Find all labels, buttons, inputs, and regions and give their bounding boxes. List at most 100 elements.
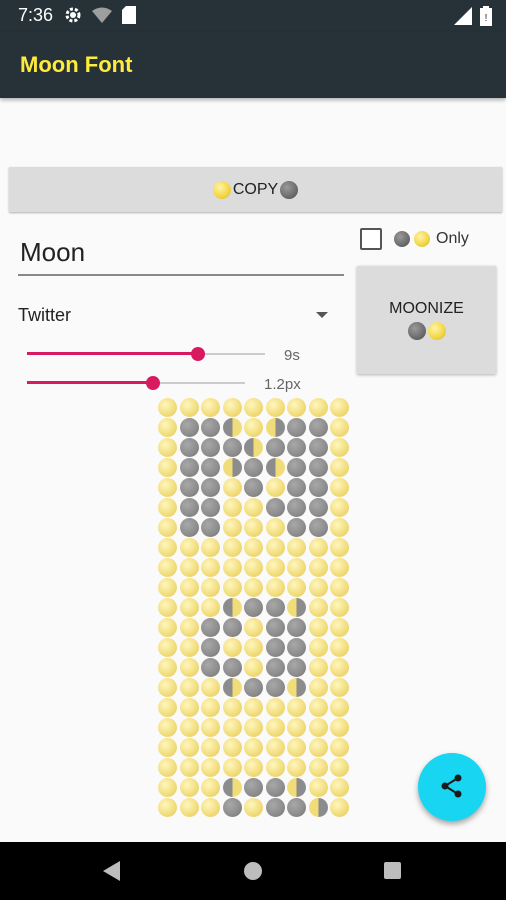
moon-cell [222,678,242,697]
moonize-button[interactable]: MOONIZE [357,266,496,374]
moon-cell [244,618,263,637]
moon-cell [330,538,349,557]
moon-cell [265,418,285,437]
moon-cell [287,618,306,637]
moon-cell [308,618,328,637]
moon-cell [201,638,220,657]
only-checkbox[interactable] [360,228,382,250]
moon-cell [222,658,242,677]
slider-thumb[interactable] [146,376,161,390]
back-icon[interactable] [103,861,120,881]
moon-cell [158,518,177,537]
moon-cell [201,598,220,617]
moon-cell [179,598,199,617]
speed-slider[interactable] [27,344,265,364]
moon-cell [287,718,306,737]
moon-cell [222,458,242,477]
moon-cell [222,598,242,617]
moon-cell [179,418,199,437]
moon-cell [244,798,263,817]
status-bar: 7:36 ! [0,0,506,32]
moon-cell [287,558,306,577]
moon-cell [158,558,177,577]
moon-cell [265,578,285,597]
moon-cell [308,758,328,777]
sd-card-icon [122,6,136,29]
moon-cell [179,498,199,517]
moon-cell [222,698,242,717]
moon-cell [222,778,242,797]
moon-cell [265,778,285,797]
moon-cell [244,518,263,537]
moon-cell [201,718,220,737]
moon-cell [244,558,263,577]
moon-cell [287,598,306,617]
navigation-bar [0,842,506,900]
moon-cell [158,678,177,697]
moon-cell [244,438,263,457]
moon-cell [201,778,220,797]
moon-cell [222,618,242,637]
new-moon-icon [280,180,299,199]
moon-cell [330,498,349,517]
moon-cell [201,798,220,817]
moon-cell [244,578,263,597]
home-icon[interactable] [244,862,262,880]
moon-cell [265,438,285,457]
size-slider[interactable] [27,373,245,393]
moon-cell [179,398,199,417]
moon-cell [179,478,199,497]
moon-output-grid [158,398,352,842]
moon-text-input[interactable] [18,230,344,276]
moon-cell [265,758,285,777]
moon-cell [308,558,328,577]
new-moon-icon [407,322,426,340]
recent-apps-icon[interactable] [384,862,401,879]
moon-cell [201,518,220,537]
moon-cell [308,438,328,457]
moon-cell [308,458,328,477]
moon-cell [158,538,177,557]
moon-cell [244,638,263,657]
moon-cell [179,638,199,657]
moon-cell [330,458,349,477]
copy-label: COPY [232,180,279,198]
moon-cell [330,558,349,577]
moon-cell [158,578,177,597]
style-dropdown[interactable]: Twitter [18,300,334,330]
moon-cell [179,678,199,697]
moon-cell [330,578,349,597]
moon-cell [201,698,220,717]
moon-cell [287,798,306,817]
moon-cell [222,558,242,577]
moon-cell [287,738,306,757]
moon-cell [308,798,328,817]
moon-cell [201,418,220,437]
moon-cell [201,478,220,497]
moon-cell [179,458,199,477]
gear-icon [64,6,82,29]
share-button[interactable] [418,753,486,821]
moon-cell [330,738,349,757]
moon-cell [265,398,285,417]
moon-cell [179,518,199,537]
only-checkbox-row[interactable]: Only [360,228,469,250]
moon-cell [265,538,285,557]
moon-cell [158,478,177,497]
moon-cell [308,778,328,797]
battery-icon: ! [480,6,492,31]
moon-cell [330,658,349,677]
moon-cell [308,598,328,617]
moon-cell [330,598,349,617]
moon-cell [330,638,349,657]
moon-cell [308,678,328,697]
moon-cell [265,458,285,477]
moon-cell [179,778,199,797]
moon-cell [244,498,263,517]
size-value: 1.2px [264,376,301,393]
slider-thumb[interactable] [191,347,206,361]
moon-cell [179,538,199,557]
moon-cell [158,718,177,737]
copy-button[interactable]: COPY [9,167,502,212]
moon-cell [265,678,285,697]
